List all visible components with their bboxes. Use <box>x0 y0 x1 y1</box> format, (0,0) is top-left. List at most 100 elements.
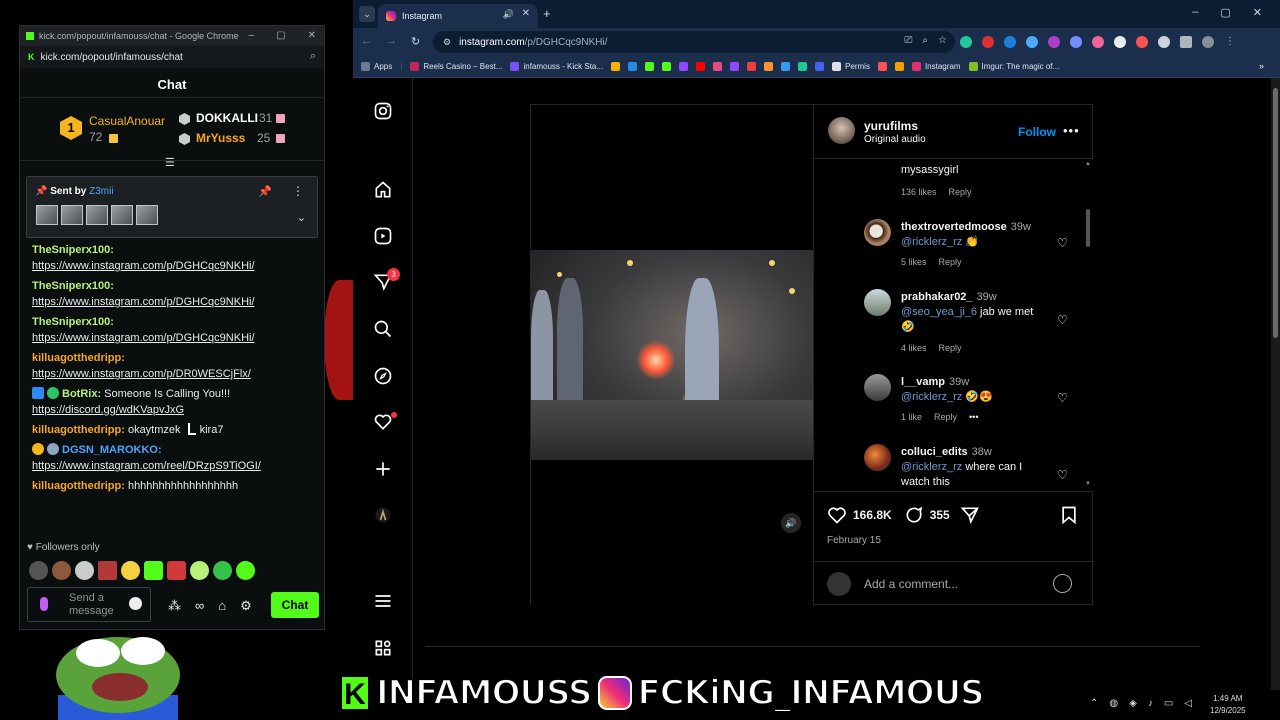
extension-icon[interactable] <box>1048 36 1060 48</box>
menu-hamburger-icon[interactable] <box>373 591 393 611</box>
emoji-icon[interactable] <box>1053 574 1072 593</box>
emote-button[interactable] <box>98 561 117 580</box>
chat-link[interactable]: https://www.instagram.com/p/DGHCqc9NKHi/ <box>32 294 317 310</box>
cast-icon[interactable]: ⎚ <box>904 35 912 46</box>
system-clock[interactable]: 1:49 AM 12/9/2025 <box>1210 693 1246 717</box>
reply-button[interactable]: Reply <box>939 343 962 353</box>
commenter-avatar[interactable] <box>864 289 891 316</box>
save-bookmark-icon[interactable] <box>1059 505 1079 525</box>
extension-icon[interactable] <box>1070 36 1082 48</box>
post-media[interactable]: 🔊 <box>531 105 813 606</box>
microphone-icon[interactable] <box>40 597 48 611</box>
comment-likes[interactable]: 5 likes <box>901 257 927 267</box>
comment-author[interactable]: l__vamp 39w <box>901 376 969 388</box>
extension-icon[interactable] <box>1092 36 1104 48</box>
instagram-logo-icon[interactable] <box>373 101 393 121</box>
bookmark-favicon-icon[interactable] <box>894 62 904 71</box>
chat-link[interactable]: https://www.instagram.com/p/DGHCqc9NKHi/ <box>32 258 317 274</box>
profile-avatar[interactable] <box>1202 36 1214 48</box>
bookmark-item[interactable]: Imgur: The magic of... <box>968 62 1059 71</box>
emote-button[interactable] <box>29 561 48 580</box>
scrollbar-thumb[interactable] <box>1273 88 1278 338</box>
tray-app-icon[interactable]: ◍ <box>1109 698 1118 709</box>
author-avatar[interactable] <box>828 117 855 144</box>
network-icon[interactable]: ▭ <box>1164 698 1173 709</box>
tray-app-icon[interactable]: ◈ <box>1129 698 1137 709</box>
minimize-button[interactable]: – <box>249 30 255 41</box>
volume-icon[interactable]: 🔊 <box>781 513 801 533</box>
emoji-picker-icon[interactable] <box>129 597 142 610</box>
emote-button[interactable] <box>236 561 255 580</box>
scrollbar-thumb[interactable] <box>1086 209 1090 247</box>
chrome-menu-icon[interactable]: ⋮ <box>1224 36 1236 48</box>
reply-button[interactable]: Reply <box>949 187 972 197</box>
chat-link[interactable]: https://www.instagram.com/p/DGHCqc9NKHi/ <box>32 330 317 346</box>
store-icon[interactable]: ⌂ <box>218 598 226 614</box>
media-controls-icon[interactable] <box>1180 36 1192 48</box>
tray-chevron-icon[interactable]: ⌃ <box>1090 698 1098 709</box>
address-bar[interactable]: ⚙ instagram.com/p/DGHCqc9NKHi/ ⎚ ⌕ ☆ <box>433 31 955 53</box>
scroll-down-icon[interactable]: ▼ <box>1085 481 1091 487</box>
pin-icon[interactable]: 📌 <box>258 185 272 198</box>
extension-icon[interactable] <box>1114 36 1126 48</box>
extension-icon[interactable] <box>982 36 994 48</box>
tab-instagram[interactable]: Instagram 🔊 ✕ <box>378 4 538 28</box>
bookmark-item[interactable]: infamouss - Kick Sta... <box>510 62 603 71</box>
bookmark-folder[interactable]: Permis <box>832 62 870 71</box>
chat-username[interactable]: BotRix: <box>62 388 101 400</box>
minimize-button[interactable]: – <box>1192 6 1198 19</box>
chat-username[interactable]: killuagotthedripp: <box>32 352 125 364</box>
bookmark-favicon-icon[interactable] <box>764 62 774 71</box>
bookmark-star-icon[interactable]: ☆ <box>938 35 947 46</box>
like-comment-heart-icon[interactable]: ♡ <box>1057 237 1069 249</box>
commenter-avatar[interactable] <box>864 219 891 246</box>
extensions-puzzle-icon[interactable] <box>1158 36 1170 48</box>
volume-icon[interactable]: ◁ <box>1184 698 1192 709</box>
tab-close-icon[interactable]: ✕ <box>522 8 530 19</box>
comment-likes[interactable]: 1 like <box>901 412 922 422</box>
emote-button[interactable] <box>121 561 140 580</box>
comment-mention[interactable]: @ricklerz_rz <box>901 461 962 473</box>
emote-button[interactable] <box>144 561 163 580</box>
send-chat-button[interactable]: Chat <box>271 592 319 618</box>
reply-button[interactable]: Reply <box>939 257 962 267</box>
bookmark-favicon-icon[interactable] <box>628 62 638 71</box>
chat-username[interactable]: killuagotthedripp: <box>32 480 125 492</box>
bookmark-item[interactable]: Reels Casino – Best... <box>410 62 502 71</box>
extension-icon[interactable] <box>1004 36 1016 48</box>
commenter-avatar[interactable] <box>864 374 891 401</box>
chat-link[interactable]: https://www.instagram.com/reel/DRzpS9TiO… <box>32 458 317 474</box>
add-comment-input[interactable]: Add a comment... <box>864 577 958 591</box>
like-comment-heart-icon[interactable]: ♡ <box>1057 469 1069 481</box>
back-button[interactable]: ← <box>361 35 372 48</box>
share-icon[interactable] <box>960 505 980 525</box>
emote-button[interactable] <box>213 561 232 580</box>
more-options-icon[interactable]: ⋮ <box>292 184 304 198</box>
emote-button[interactable] <box>190 561 209 580</box>
post-date[interactable]: February 15 <box>827 535 881 546</box>
close-button[interactable]: ✕ <box>308 30 316 41</box>
comment-author[interactable]: colluci_edits 38w <box>901 446 992 458</box>
explore-compass-icon[interactable] <box>373 366 393 386</box>
more-bookmarks-icon[interactable]: » <box>1259 61 1264 71</box>
emote-button[interactable] <box>52 561 71 580</box>
comment-mention[interactable]: @ricklerz_rz <box>901 391 962 403</box>
post-author-username[interactable]: yurufilms <box>864 119 918 133</box>
comment-count[interactable]: 355 <box>930 508 950 522</box>
extension-icon[interactable] <box>960 36 972 48</box>
commenter-avatar[interactable] <box>864 444 891 471</box>
post-audio[interactable]: Original audio <box>864 134 926 145</box>
chat-username[interactable]: DGSN_MAROKKO: <box>62 444 162 456</box>
maximize-button[interactable]: ▢ <box>1220 6 1230 19</box>
like-heart-icon[interactable] <box>827 505 847 525</box>
bookmark-favicon-icon[interactable] <box>713 62 723 71</box>
also-from-meta-icon[interactable] <box>373 638 393 658</box>
extension-icon[interactable] <box>1136 36 1148 48</box>
chat-username[interactable]: killuagotthedripp: <box>32 424 125 436</box>
chat-message-input[interactable]: Send a message <box>27 587 151 622</box>
notifications-heart-icon[interactable] <box>373 412 393 432</box>
bookmark-favicon-icon[interactable] <box>781 62 791 71</box>
more-options-icon[interactable]: ••• <box>1063 123 1080 138</box>
reload-button[interactable]: ↻ <box>411 35 420 48</box>
pinned-message[interactable]: 📌 Sent by Z3mii 📌 ⋮ ⌄ <box>26 176 318 238</box>
